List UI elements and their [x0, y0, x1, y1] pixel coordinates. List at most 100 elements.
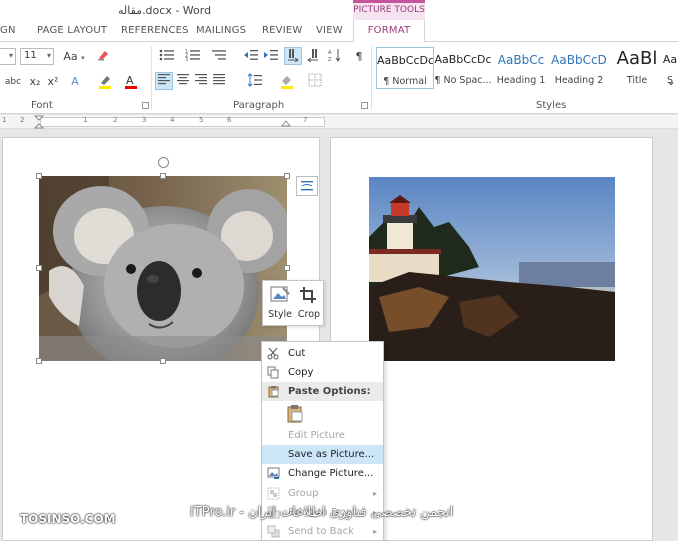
title-bar: مقاله.docx - Word PICTURE TOOLS: [0, 0, 678, 20]
style-name: Heading 1: [496, 75, 546, 86]
menu-item-group[interactable]: Group ▸: [262, 484, 383, 503]
line-spacing-icon[interactable]: [244, 73, 266, 91]
align-right-icon[interactable]: [192, 73, 210, 91]
submenu-arrow-icon: ▸: [372, 489, 377, 498]
show-formatting-button[interactable]: ¶: [350, 48, 368, 66]
font-dialog-launcher-icon[interactable]: [142, 102, 149, 109]
change-case-label: Aa: [63, 50, 78, 63]
numbering-icon[interactable]: 123: [182, 48, 204, 66]
highlight-color-icon[interactable]: [94, 73, 116, 91]
font-name-combo[interactable]: ▾: [0, 48, 16, 65]
style-sample: AaBbCc: [497, 53, 545, 67]
resize-handle[interactable]: [36, 265, 42, 271]
tab-mailings[interactable]: MAILINGS: [196, 25, 246, 36]
style-no-spacing[interactable]: AaBbCcDc ¶ No Spac...: [434, 47, 492, 89]
style-name: Heading 2: [554, 75, 604, 86]
svg-text:A: A: [126, 74, 134, 87]
tab-references[interactable]: REFERENCES: [121, 25, 189, 36]
right-indent-marker-icon[interactable]: [281, 117, 291, 127]
paste-picture-icon: [287, 405, 303, 423]
svg-text:Z: Z: [328, 57, 332, 62]
borders-icon[interactable]: [304, 73, 326, 91]
horizontal-ruler[interactable]: 1 2 1 2 3 4 5 6 7: [0, 115, 678, 129]
menu-header-paste-options: Paste Options:: [262, 382, 383, 401]
menu-item-label: Send to Back: [288, 526, 354, 537]
style-title[interactable]: AaBl Title: [608, 47, 666, 89]
tab-review[interactable]: REVIEW: [262, 25, 302, 36]
tab-page-layout[interactable]: PAGE LAYOUT: [37, 25, 107, 36]
tab-view[interactable]: VIEW: [316, 25, 343, 36]
paste-option-keep-source[interactable]: [262, 401, 383, 425]
superscript-button[interactable]: x²: [44, 73, 62, 91]
crop-icon: [300, 287, 316, 303]
menu-item-save-as-picture[interactable]: Save as Picture...: [262, 445, 383, 464]
watermark-tosinso: TOSINSO.COM: [20, 512, 116, 526]
font-size-combo[interactable]: 11 ▾: [20, 48, 54, 65]
layout-options-icon[interactable]: [296, 176, 318, 196]
resize-handle[interactable]: [160, 173, 166, 179]
tab-format[interactable]: FORMAT: [353, 20, 425, 42]
ruler-number: 3: [142, 116, 147, 124]
svg-text:3: 3: [185, 57, 188, 62]
styles-group-label: Styles: [536, 100, 567, 111]
decrease-indent-icon[interactable]: [242, 48, 260, 66]
menu-item-send-to-back[interactable]: Send to Back ▸: [262, 522, 383, 540]
menu-item-cut[interactable]: Cut: [262, 344, 383, 363]
picture-tools-header: PICTURE TOOLS: [353, 0, 425, 20]
scissors-icon: [267, 347, 279, 360]
menu-item-label: Cut: [288, 348, 306, 359]
lighthouse-picture[interactable]: [369, 177, 615, 361]
change-case-button[interactable]: Aa ▾: [60, 48, 88, 66]
style-name: ¶ No Spac...: [434, 75, 492, 86]
ruler-number: 2: [113, 116, 118, 124]
resize-handle[interactable]: [36, 358, 42, 364]
paragraph-dialog-launcher-icon[interactable]: [361, 102, 368, 109]
shading-icon[interactable]: [276, 73, 298, 91]
menu-item-change-picture[interactable]: Change Picture...: [262, 464, 383, 483]
font-color-icon[interactable]: A: [120, 73, 142, 91]
multilevel-list-icon[interactable]: [208, 48, 230, 66]
ribbon-tabs: GN PAGE LAYOUT REFERENCES MAILINGS REVIE…: [0, 20, 678, 42]
align-center-icon[interactable]: [174, 73, 192, 91]
menu-item-label: Group: [288, 488, 319, 499]
style-name: ¶ Normal: [383, 76, 427, 87]
style-sample: Aa: [662, 53, 678, 66]
menu-item-copy[interactable]: Copy: [262, 363, 383, 382]
justify-icon[interactable]: [210, 73, 228, 91]
change-picture-icon: [267, 467, 280, 479]
submenu-arrow-icon: ▸: [372, 527, 377, 536]
crop-button-label: Crop: [297, 309, 321, 320]
subscript-button[interactable]: x₂: [26, 73, 44, 91]
style-button[interactable]: Style: [266, 285, 294, 320]
ruler-number: 4: [170, 116, 175, 124]
clear-formatting-icon[interactable]: [94, 48, 112, 66]
rtl-direction-icon[interactable]: [304, 48, 322, 66]
style-normal[interactable]: AaBbCcDc ¶ Normal: [376, 47, 434, 89]
resize-handle[interactable]: [284, 265, 290, 271]
increase-indent-icon[interactable]: [262, 48, 280, 66]
style-sample: AaBbCcD: [551, 53, 607, 67]
styles-more-icon[interactable]: ⌄: [662, 72, 678, 90]
koala-picture[interactable]: [39, 176, 287, 361]
style-sample: AaBbCcDc: [434, 53, 492, 66]
crop-button[interactable]: Crop: [295, 285, 323, 320]
font-group-label: Font: [31, 100, 53, 111]
align-left-icon[interactable]: [155, 72, 173, 90]
strikethrough-button[interactable]: abc: [0, 73, 28, 91]
sort-icon[interactable]: AZ: [326, 48, 344, 66]
resize-handle[interactable]: [36, 173, 42, 179]
indent-marker-icon[interactable]: [34, 115, 44, 129]
ltr-direction-icon[interactable]: [284, 47, 302, 65]
menu-item-edit-picture[interactable]: Edit Picture: [262, 426, 383, 445]
resize-handle[interactable]: [160, 358, 166, 364]
tab-design[interactable]: GN: [0, 25, 16, 36]
resize-handle[interactable]: [284, 173, 290, 179]
style-heading-2[interactable]: AaBbCcD Heading 2: [550, 47, 608, 89]
group-separator: [371, 46, 372, 110]
bullets-icon[interactable]: [156, 48, 178, 66]
style-heading-1[interactable]: AaBbCc Heading 1: [492, 47, 550, 89]
menu-item-label: Copy: [288, 367, 314, 378]
mini-toolbar: Style Crop: [262, 280, 324, 326]
rotate-handle-icon[interactable]: [158, 157, 169, 168]
text-effects-icon[interactable]: A: [66, 73, 84, 91]
